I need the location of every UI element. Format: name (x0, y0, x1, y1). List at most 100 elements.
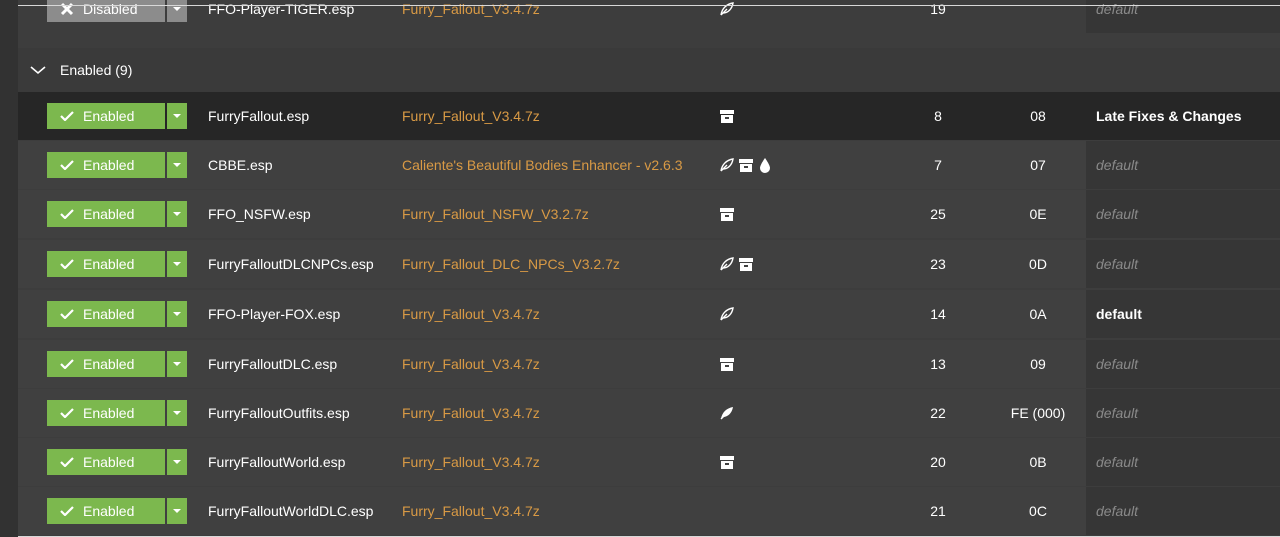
archive-icon (739, 258, 753, 271)
status-toggle-button[interactable]: Enabled (47, 301, 165, 327)
checkmark-icon (60, 359, 74, 369)
status-dropdown[interactable]: Enabled (47, 351, 187, 377)
status-toggle-button[interactable]: Enabled (47, 251, 165, 277)
status-toggle-button[interactable]: Enabled (47, 152, 165, 178)
status-dropdown[interactable]: Enabled (47, 103, 187, 129)
status-toggle-button[interactable]: Enabled (47, 201, 165, 227)
leaf-filled-icon (720, 407, 733, 420)
plugin-index: FE (000) (1010, 405, 1066, 421)
plugin-name: FurryFalloutDLCNPCs.esp (208, 256, 374, 272)
status-toggle-button[interactable]: Enabled (47, 400, 165, 426)
plugin-source-link[interactable]: Caliente's Beautiful Bodies Enhancer - v… (402, 141, 683, 189)
plugin-source-link[interactable]: Furry_Fallout_V3.4.7z (402, 290, 540, 338)
leaf-icon (720, 307, 734, 321)
status-caret-button[interactable] (167, 0, 187, 22)
status-toggle-button[interactable]: Enabled (47, 103, 165, 129)
plugin-index: 09 (1030, 356, 1046, 372)
plugin-index: 0D (1029, 256, 1047, 272)
plugin-index: 0A (1029, 306, 1047, 322)
plugin-source-link[interactable]: Furry_Fallout_V3.4.7z (402, 487, 540, 535)
status-label: Enabled (83, 206, 135, 222)
checkmark-icon (60, 408, 74, 418)
checkmark-icon (60, 160, 74, 170)
caret-down-icon (173, 114, 181, 118)
plugin-flags (718, 156, 774, 174)
plugin-flags (718, 255, 755, 273)
plugin-source-link[interactable]: Furry_Fallout_V3.4.7z (402, 340, 540, 388)
status-dropdown[interactable]: Enabled (47, 201, 187, 227)
status-caret-button[interactable] (167, 400, 187, 426)
status-caret-button[interactable] (167, 301, 187, 327)
status-label: Enabled (83, 454, 135, 470)
plugin-name: FurryFalloutDLC.esp (208, 356, 338, 372)
status-caret-button[interactable] (167, 351, 187, 377)
caret-down-icon (173, 509, 181, 513)
plugin-category: default (1086, 438, 1280, 486)
status-label: Enabled (83, 503, 135, 519)
divider (18, 5, 1280, 6)
status-caret-button[interactable] (167, 103, 187, 129)
caret-down-icon (173, 312, 181, 316)
status-label: Enabled (83, 306, 135, 322)
plugin-row[interactable]: Enabled FurryFalloutWorldDLC.esp Furry_F… (18, 487, 1280, 535)
status-dropdown[interactable]: Enabled (47, 449, 187, 475)
plugin-row[interactable]: Enabled FurryFalloutOutfits.esp Furry_Fa… (18, 389, 1280, 437)
checkmark-icon (60, 457, 74, 467)
plugin-category: Late Fixes & Changes (1086, 92, 1280, 140)
archive-icon (720, 208, 734, 221)
plugin-source-link[interactable]: Furry_Fallout_V3.4.7z (402, 438, 540, 486)
group-header-enabled[interactable]: Enabled (9) (18, 48, 1280, 92)
plugin-index: 08 (1030, 108, 1046, 124)
status-toggle-button[interactable]: Enabled (47, 498, 165, 524)
plugin-row[interactable]: Enabled FFO_NSFW.esp Furry_Fallout_NSFW_… (18, 190, 1280, 238)
plugin-row[interactable]: Enabled FurryFalloutWorld.esp Furry_Fall… (18, 438, 1280, 486)
plugin-row[interactable]: Enabled FurryFalloutDLC.esp Furry_Fallou… (18, 340, 1280, 388)
plugin-flags (718, 107, 736, 125)
caret-down-icon (173, 163, 181, 167)
caret-down-icon (173, 212, 181, 216)
plugin-flags (718, 404, 736, 422)
plugin-category: default (1086, 290, 1280, 338)
status-caret-button[interactable] (167, 201, 187, 227)
plugin-priority: 7 (934, 157, 942, 173)
status-caret-button[interactable] (167, 449, 187, 475)
plugin-row[interactable]: Enabled FFO-Player-FOX.esp Furry_Fallout… (18, 290, 1280, 338)
plugin-row[interactable]: Enabled CBBE.esp Caliente's Beautiful Bo… (18, 141, 1280, 189)
plugin-source-link[interactable]: Furry_Fallout_DLC_NPCs_V3.2.7z (402, 240, 620, 288)
plugin-priority: 14 (930, 306, 946, 322)
status-toggle-button[interactable]: Enabled (47, 449, 165, 475)
plugin-source-link[interactable]: Furry_Fallout_V3.4.7z (402, 389, 540, 437)
drop-icon (760, 158, 770, 173)
status-dropdown[interactable]: Enabled (47, 498, 187, 524)
plugin-category: default (1086, 240, 1280, 288)
status-label: Enabled (83, 405, 135, 421)
status-dropdown[interactable]: Enabled (47, 301, 187, 327)
plugin-row[interactable]: Enabled FurryFallout.esp Furry_Fallout_V… (18, 92, 1280, 140)
status-dropdown[interactable]: Enabled (47, 251, 187, 277)
plugin-priority: 13 (930, 356, 946, 372)
status-dropdown[interactable]: Disabled (47, 0, 187, 22)
plugin-source-link[interactable]: Furry_Fallout_NSFW_V3.2.7z (402, 190, 589, 238)
status-dropdown[interactable]: Enabled (47, 400, 187, 426)
status-label: Enabled (83, 356, 135, 372)
plugin-row[interactable]: Enabled FurryFalloutDLCNPCs.esp Furry_Fa… (18, 240, 1280, 288)
plugin-source-link[interactable]: Furry_Fallout_V3.4.7z (402, 92, 540, 140)
status-dropdown[interactable]: Enabled (47, 152, 187, 178)
plugin-priority: 23 (930, 256, 946, 272)
archive-icon (739, 159, 753, 172)
status-label: Disabled (83, 1, 138, 17)
status-caret-button[interactable] (167, 251, 187, 277)
status-label: Enabled (83, 108, 135, 124)
leaf-icon (720, 257, 734, 271)
plugin-category: default (1086, 141, 1280, 189)
plugin-name: CBBE.esp (208, 157, 273, 173)
status-toggle-button[interactable]: Enabled (47, 351, 165, 377)
status-toggle-button[interactable]: Disabled (47, 0, 165, 22)
status-caret-button[interactable] (167, 498, 187, 524)
checkmark-icon (60, 209, 74, 219)
plugin-priority: 22 (930, 405, 946, 421)
checkmark-icon (60, 309, 74, 319)
chevron-down-icon[interactable] (30, 65, 46, 75)
status-caret-button[interactable] (167, 152, 187, 178)
plugin-name: FFO_NSFW.esp (208, 206, 311, 222)
